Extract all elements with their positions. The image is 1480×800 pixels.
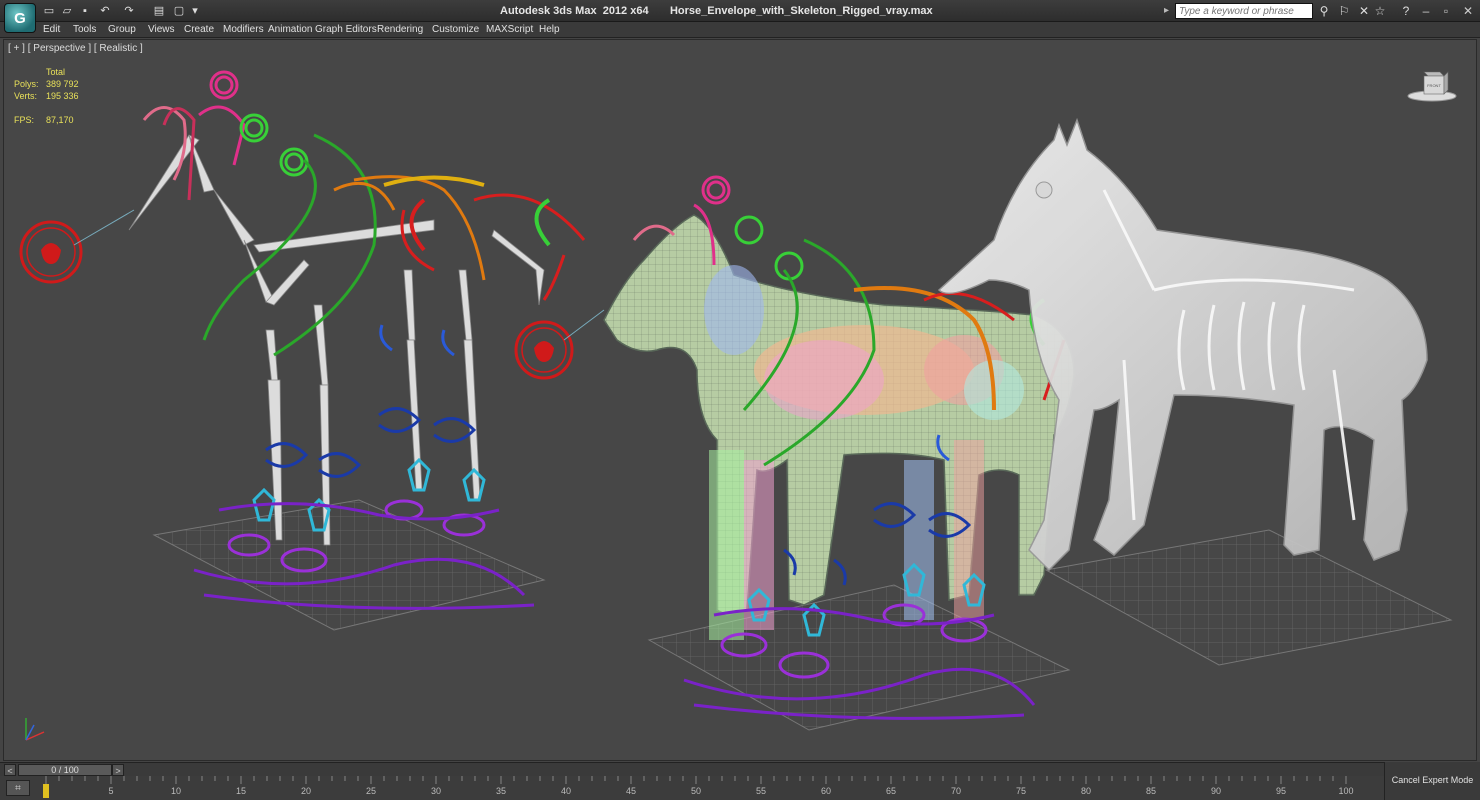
stats-polys-label: Polys: [14,79,39,89]
search-expand-icon[interactable]: ▸ [1164,5,1169,16]
ruler-tick-label: 75 [1016,786,1026,796]
axis-tripod [25,718,45,741]
time-slider-prev-button[interactable]: < [4,764,16,776]
ruler-tick-label: 85 [1146,786,1156,796]
time-slider[interactable]: < 0 / 100 > [0,762,1480,776]
ruler-tick-label: 15 [236,786,246,796]
stats-verts-value: 195 336 [46,91,79,101]
stats-fps-label: FPS: [14,115,35,125]
ruler-tick-label: 25 [366,786,376,796]
binoculars-icon[interactable]: ⚲ [1316,3,1332,19]
frame-ruler[interactable]: 0510152025303540455055606570758085909510… [42,776,1380,800]
new-icon[interactable]: ▭ [42,4,56,18]
ruler-tick-label: 40 [561,786,571,796]
save-icon[interactable]: ▪ [78,4,92,18]
ruler-tick-label: 45 [626,786,636,796]
ruler-tick-label: 5 [108,786,113,796]
ruler-tick-label: 20 [301,786,311,796]
help-icon[interactable]: ? [1398,3,1414,19]
window-icon[interactable]: ▢ [172,4,186,18]
stats-verts-label: Verts: [14,91,38,101]
quick-access-dropdown-icon[interactable]: ▾ [188,4,202,18]
app-window: G ▭ ▱ ▪ ↶ ↷ ▤ ▢ ▾ Autodesk 3ds Max 2012 … [0,0,1480,800]
ruler-tick-label: 100 [1338,786,1353,796]
project-icon[interactable]: ▤ [152,4,166,18]
time-slider-thumb[interactable]: 0 / 100 [18,764,112,776]
ruler-tick-label: 30 [431,786,441,796]
viewport-label[interactable]: [ + ] [ Perspective ] [ Realistic ] [8,43,143,54]
stats-fps-value: 87,170 [46,115,74,125]
menu-animation[interactable]: Animation [268,24,312,35]
minimize-button[interactable]: – [1416,2,1436,20]
menu-views[interactable]: Views [148,24,175,35]
menu-customize[interactable]: Customize [432,24,479,35]
cancel-expert-mode-button[interactable]: Cancel Expert Mode [1384,762,1480,800]
ruler-tick-label: 35 [496,786,506,796]
redo-icon[interactable]: ↷ [122,4,136,18]
title-bar: G ▭ ▱ ▪ ↶ ↷ ▤ ▢ ▾ Autodesk 3ds Max 2012 … [0,0,1480,33]
search-input[interactable] [1175,3,1313,19]
ruler-tick-label: 95 [1276,786,1286,796]
ruler-tick-label: 90 [1211,786,1221,796]
menu-modifiers[interactable]: Modifiers [223,24,264,35]
viewport-statistics: Total Polys: 389 792 Verts: 195 336 FPS: 87… [14,66,79,126]
ruler-tick-label: 55 [756,786,766,796]
perspective-viewport[interactable]: [ + ] [ Perspective ] [ Realistic ] Tota… [3,39,1477,761]
ruler-tick-label: 60 [821,786,831,796]
open-icon[interactable]: ▱ [60,4,74,18]
ruler-tick-label: 65 [886,786,896,796]
viewcube-face-label[interactable]: FRONT [1427,83,1441,88]
ground-grid-left [152,499,546,631]
current-frame-marker[interactable] [43,784,49,798]
close-button[interactable]: ✕ [1458,2,1478,20]
time-slider-next-button[interactable]: > [112,764,124,776]
tools-icon[interactable]: ✕ [1356,3,1372,19]
menu-rendering[interactable]: Rendering [377,24,423,35]
menu-graph-editors[interactable]: Graph Editors [315,24,377,35]
ruler-tick-label: 10 [171,786,181,796]
viewcube[interactable]: FRONT [1406,68,1458,102]
maximize-button[interactable]: ▫ [1436,2,1456,20]
track-bar[interactable]: ⌗ 05101520253035404550556065707580859095… [0,776,1480,800]
window-title: Autodesk 3ds Max 2012 x64 Horse_Envelope… [500,5,933,17]
menu-tools[interactable]: Tools [73,24,96,35]
ruler-tick-label: 80 [1081,786,1091,796]
menu-maxscript[interactable]: MAXScript [486,24,533,35]
viewport-scene[interactable] [4,40,1477,761]
undo-icon[interactable]: ↶ [98,4,112,18]
ruler-tick-label: 50 [691,786,701,796]
menu-edit[interactable]: Edit [43,24,60,35]
ruler-tick-label: 70 [951,786,961,796]
communication-center-icon[interactable]: ⚐ [1336,3,1352,19]
stats-header: Total [46,67,66,77]
favorites-star-icon[interactable]: ☆ [1372,3,1388,19]
menu-help[interactable]: Help [539,24,560,35]
menu-group[interactable]: Group [108,24,136,35]
curve-editor-icon[interactable]: ⌗ [6,780,30,796]
menu-bar: Edit Tools Group Views Create Modifiers … [0,22,1480,38]
app-logo-button[interactable]: G [4,3,36,33]
stats-polys-value: 389 792 [46,79,79,89]
left-skeleton-rig[interactable] [19,70,605,610]
menu-create[interactable]: Create [184,24,214,35]
